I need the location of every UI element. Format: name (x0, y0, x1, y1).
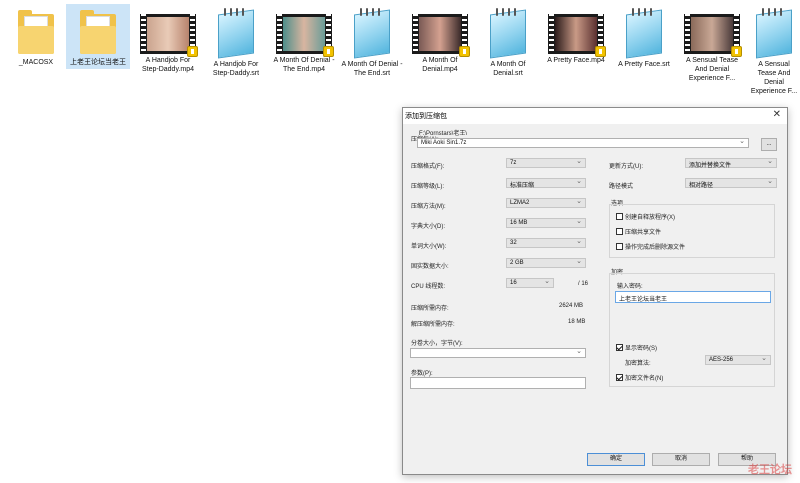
video-thumbnail-icon (140, 14, 198, 57)
browse-button[interactable]: ... (761, 138, 777, 151)
file-item[interactable]: A Month Of Denial - The End.mp4 (272, 4, 336, 76)
folder-icon (80, 8, 116, 56)
dict-label: 字典大小(D): (411, 224, 445, 230)
mem-decomp-label: 解压缩所需内存: (411, 322, 455, 328)
shared-label: 压缩共享文件 (625, 230, 662, 236)
notepad-icon (752, 8, 796, 59)
file-name: A Pretty Face.srt (618, 61, 670, 68)
file-name: A Pretty Face.mp4 (547, 57, 605, 64)
path-mode-select[interactable]: 相对路径 (685, 177, 777, 189)
file-item[interactable]: _MACOSX (4, 4, 68, 69)
file-item[interactable]: A Sensual Tease And Denial Experience F.… (680, 4, 744, 85)
level-label: 压缩等级(L): (411, 184, 445, 190)
notepad-icon (350, 8, 394, 59)
format-select[interactable]: 7z (506, 157, 586, 168)
threads-select[interactable]: 16 (506, 277, 554, 288)
update-label: 更新方式(U): (609, 164, 643, 170)
file-name: A Sensual Tease And Denial Experience F.… (685, 57, 739, 82)
format-label: 压缩格式(F): (411, 164, 445, 170)
update-select[interactable]: 添加并替换文件 (685, 157, 777, 169)
file-name: A Month Of Denial - The End.mp4 (273, 57, 335, 73)
file-item[interactable]: A Month Of Denial.srt (476, 4, 540, 80)
split-combo[interactable] (410, 347, 586, 358)
enc-method-select[interactable]: AES-256 (705, 354, 771, 365)
checkmark-icon (616, 374, 623, 381)
file-item[interactable]: A Handjob For Step-Daddy.mp4 (136, 4, 200, 76)
mem-comp-label: 压缩所需内存: (411, 306, 449, 312)
file-name: A Month Of Denial - The End.srt (341, 61, 403, 77)
mem-decomp-value: 18 MB (568, 319, 586, 325)
file-item[interactable]: A Month Of Denial - The End.srt (340, 4, 404, 80)
checkbox-icon (616, 243, 623, 250)
notepad-icon (622, 8, 666, 59)
dict-select[interactable]: 16 MB (506, 217, 586, 228)
file-name: 上老王论坛当老王 (70, 59, 126, 66)
checkbox-icon (616, 213, 623, 220)
video-thumbnail-icon (548, 14, 606, 57)
encrypt-names-label: 加密文件名(N) (625, 376, 664, 382)
file-item[interactable]: A Pretty Face.srt (612, 4, 676, 71)
solid-label: 固实数据大小: (411, 264, 449, 270)
method-select[interactable]: LZMA2 (506, 197, 586, 208)
word-label: 单词大小(W): (411, 244, 447, 250)
archive-name-combo[interactable]: Miki Aoki Sin1.7z (417, 137, 749, 148)
split-label: 分卷大小，字节(V): (411, 341, 463, 347)
sfx-checkbox[interactable]: 创建自释放程序(X) (616, 212, 675, 221)
threads-label: CPU 线程数: (411, 284, 446, 290)
dialog-title: 添加到压缩包 (405, 113, 447, 120)
checkmark-icon (616, 344, 623, 351)
checkbox-icon (616, 228, 623, 235)
threads-max: / 16 (578, 281, 589, 287)
sfx-label: 创建自释放程序(X) (625, 215, 675, 221)
file-name: _MACOSX (18, 59, 54, 66)
mem-comp-value: 2624 MB (559, 303, 584, 309)
video-thumbnail-icon (412, 14, 470, 57)
password-label: 输入密码: (617, 284, 643, 290)
file-name: A Month Of Denial.srt (490, 61, 526, 77)
watermark-logo: 老王论坛 (748, 464, 792, 476)
show-password-label: 显示密码(S) (625, 346, 657, 352)
archive-path: F:\Pornstars\老王\ (419, 131, 468, 137)
file-name: A Handjob For Step-Daddy.srt (212, 61, 260, 77)
video-thumbnail-icon (276, 14, 334, 57)
word-select[interactable]: 32 (506, 237, 586, 248)
file-item[interactable]: 上老王论坛当老王 (66, 4, 130, 69)
encrypt-names-checkbox[interactable]: 加密文件名(N) (616, 373, 663, 382)
file-item[interactable]: A Handjob For Step-Daddy.srt (204, 4, 268, 80)
file-item[interactable]: A Pretty Face.mp4 (544, 4, 608, 67)
path-mode-label: 路径模式 (609, 184, 634, 190)
params-input[interactable] (410, 377, 586, 389)
cancel-button[interactable]: 取消 (652, 453, 710, 466)
shared-checkbox[interactable]: 压缩共享文件 (616, 227, 661, 236)
show-password-checkbox[interactable]: 显示密码(S) (616, 343, 657, 352)
delete-checkbox[interactable]: 操作完成后删除源文件 (616, 242, 685, 251)
notepad-icon (486, 8, 530, 59)
file-name: A Month Of Denial.mp4 (422, 57, 458, 73)
method-label: 压缩方法(M): (411, 204, 446, 210)
params-label: 参数(P): (411, 371, 433, 377)
enc-method-label: 加密算法: (625, 361, 651, 367)
add-to-archive-dialog: 添加到压缩包 ✕ 压缩包(A): F:\Pornstars\老王\ Miki A… (402, 107, 788, 475)
file-item[interactable]: A Sensual Tease And Denial Experience F.… (748, 4, 800, 98)
notepad-icon (214, 8, 258, 59)
file-name: A Handjob For Step-Daddy.mp4 (141, 57, 194, 73)
file-item[interactable]: A Month Of Denial.mp4 (408, 4, 472, 76)
file-name: A Sensual Tease And Denial Experience F.… (750, 61, 798, 95)
dialog-titlebar: 添加到压缩包 ✕ (403, 108, 787, 124)
solid-select[interactable]: 2 GB (506, 257, 586, 268)
video-thumbnail-icon (684, 14, 742, 57)
password-input[interactable]: 上老王论坛当老王 (615, 291, 771, 303)
ok-button[interactable]: 确定 (587, 453, 645, 466)
delete-label: 操作完成后删除源文件 (625, 245, 686, 251)
folder-icon (18, 8, 54, 56)
close-icon[interactable]: ✕ (773, 109, 781, 120)
level-select[interactable]: 标准压缩 (506, 177, 586, 189)
